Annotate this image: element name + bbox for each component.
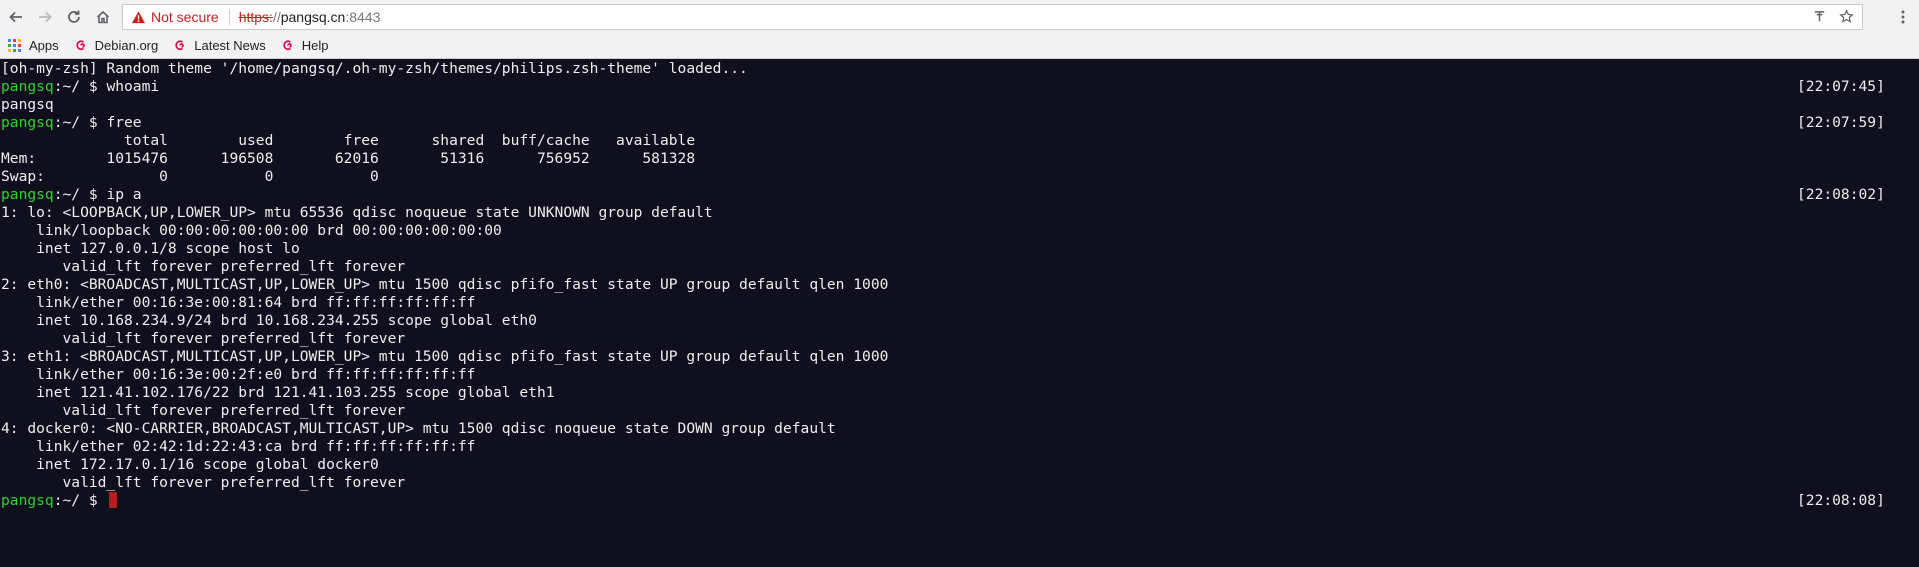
apps-grid-icon (8, 39, 21, 52)
output-line: valid_lft forever preferred_lft forever (1, 330, 406, 347)
home-button[interactable] (90, 4, 116, 30)
prompt-path: :~/ $ (53, 492, 107, 509)
output-line: valid_lft forever preferred_lft forever (1, 474, 406, 491)
bookmark-apps[interactable]: Apps (0, 35, 66, 57)
output-line: total used free shared buff/cache availa… (1, 132, 696, 149)
timestamp: [22:08:02] (1797, 186, 1885, 203)
output-line: link/ether 00:16:3e:00:81:64 brd ff:ff:f… (1, 294, 476, 311)
debian-swirl-icon (283, 40, 292, 51)
output-line: valid_lft forever preferred_lft forever (1, 258, 406, 275)
output-line: inet 121.41.102.176/22 brd 121.41.103.25… (1, 384, 555, 401)
back-arrow-icon (9, 11, 22, 22)
address-bar[interactable]: Not secure https://pangsq.cn:8443 (122, 4, 1863, 30)
bookmark-debian[interactable]: Debian.org (66, 35, 166, 57)
output-line: inet 172.17.0.1/16 scope global docker0 (1, 456, 379, 473)
bookmark-label: Latest News (194, 38, 266, 53)
output-line: 3: eth1: <BROADCAST,MULTICAST,UP,LOWER_U… (1, 348, 889, 365)
bookmark-label: Debian.org (94, 38, 159, 53)
timestamp: [22:07:59] (1797, 114, 1885, 131)
debian-swirl-icon (175, 40, 185, 51)
command-text: free (106, 114, 142, 131)
url-scheme: https: (238, 9, 273, 25)
output-line: Mem: 1015476 196508 62016 51316 756952 5… (1, 150, 696, 167)
browser-menu-button[interactable] (1893, 7, 1913, 27)
prompt-line: pangsq:~/ $ ip a [22:08:02] (0, 186, 1919, 204)
terminal-output[interactable]: [oh-my-zsh] Random theme '/home/pangsq/.… (0, 60, 1919, 567)
prompt-line: pangsq:~/ $ free [22:07:59] (0, 114, 1919, 132)
three-dots-vertical-icon (1901, 10, 1905, 24)
bookmark-label: Apps (29, 38, 59, 53)
prompt-path: :~/ $ (53, 186, 107, 203)
bookmark-help[interactable]: Help (273, 35, 336, 57)
translate-icon[interactable] (1812, 9, 1827, 24)
prompt-path: :~/ $ (53, 114, 107, 131)
output-line: link/loopback 00:00:00:00:00:00 brd 00:0… (1, 222, 502, 239)
output-line: valid_lft forever preferred_lft forever (1, 402, 406, 419)
back-button[interactable] (3, 4, 29, 30)
forward-button[interactable] (32, 4, 58, 30)
prompt-line: pangsq:~/ $ whoami [22:07:45] (0, 78, 1919, 96)
terminal-cursor (109, 492, 118, 508)
url-port: :8443 (345, 9, 381, 25)
command-text: whoami (106, 78, 160, 95)
output-line: 4: docker0: <NO-CARRIER,BROADCAST,MULTIC… (1, 420, 836, 437)
output-line: inet 127.0.0.1/8 scope host lo (1, 240, 300, 257)
timestamp: [22:07:45] (1797, 78, 1885, 95)
browser-toolbar: Not secure https://pangsq.cn:8443 (0, 0, 1919, 33)
output-line: 1: lo: <LOOPBACK,UP,LOWER_UP> mtu 65536 … (1, 204, 713, 221)
reload-icon (68, 10, 80, 23)
warning-triangle-icon (131, 10, 146, 23)
forward-arrow-icon (39, 11, 52, 22)
url-text[interactable]: https://pangsq.cn:8443 (239, 9, 381, 25)
url-host: pangsq.cn (280, 9, 346, 25)
output-line: 2: eth0: <BROADCAST,MULTICAST,UP,LOWER_U… (1, 276, 889, 293)
bookmark-latest-news[interactable]: Latest News (165, 35, 273, 57)
omnibox-divider (228, 9, 230, 25)
prompt-user: pangsq (1, 186, 54, 203)
bookmark-label: Help (301, 38, 329, 53)
output-line: link/ether 00:16:3e:00:2f:e0 brd ff:ff:f… (1, 366, 476, 383)
url-slashes: // (272, 9, 281, 25)
reload-button[interactable] (61, 4, 87, 30)
output-line: [oh-my-zsh] Random theme '/home/pangsq/.… (1, 60, 748, 77)
prompt-path: :~/ $ (53, 78, 107, 95)
prompt-line: pangsq:~/ $ [22:08:08] (0, 492, 1919, 510)
output-line: Swap: 0 0 0 (1, 168, 379, 185)
home-icon (96, 10, 110, 23)
bookmarks-bar: Apps Debian.org Latest News Help (0, 33, 1919, 59)
not-secure-label[interactable]: Not secure (151, 9, 219, 25)
timestamp: [22:08:08] (1797, 492, 1885, 509)
output-line: pangsq (1, 96, 54, 113)
debian-swirl-icon (76, 40, 85, 51)
command-text: ip a (106, 186, 142, 203)
bookmark-star-icon[interactable] (1839, 9, 1854, 24)
prompt-user: pangsq (1, 78, 54, 95)
output-line: inet 10.168.234.9/24 brd 10.168.234.255 … (1, 312, 537, 329)
output-line: link/ether 02:42:1d:22:43:ca brd ff:ff:f… (1, 438, 476, 455)
prompt-user: pangsq (1, 114, 54, 131)
prompt-user: pangsq (1, 492, 54, 509)
